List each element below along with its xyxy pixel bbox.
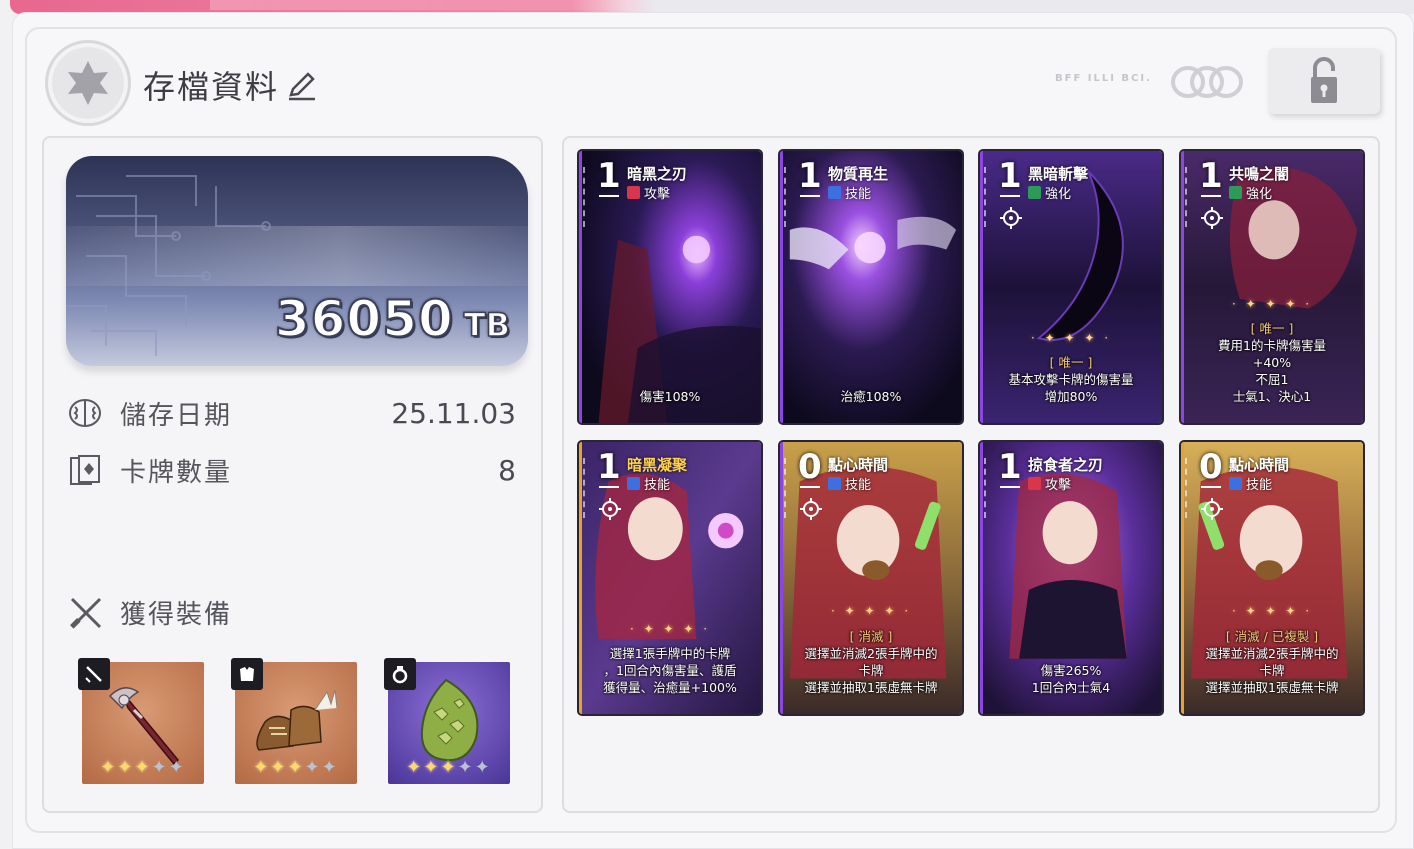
card-resonance-dark[interactable]: 1 共鳴之闇 強化 · ✦ ✦ ✦ · [ 唯一 ] 費用1的卡牌傷害量 +40… <box>1179 149 1365 425</box>
card-deck-icon <box>70 455 100 485</box>
unlock-icon <box>1311 57 1337 103</box>
card-name: 黑暗斬擊 <box>1028 165 1089 183</box>
target-icon <box>1201 498 1223 520</box>
card-type: 技能 <box>1229 474 1272 493</box>
currency-value: 36050 <box>274 289 454 349</box>
faint-label: BFF ILLI BCI. <box>1055 73 1152 84</box>
equipment-header: 獲得裝備 <box>68 594 232 631</box>
equipment-slot-armor[interactable]: ✦✦✦✦✦ <box>231 658 357 784</box>
save-date-value: 25.11.03 <box>391 396 516 430</box>
currency-amount: 36050 TB <box>274 289 511 349</box>
lock-button[interactable] <box>1268 48 1380 114</box>
card-cost: 1 <box>998 447 1022 487</box>
card-type: 技能 <box>828 474 871 493</box>
card-cost: 1 <box>798 156 822 196</box>
page-title: 存檔資料 <box>143 68 280 106</box>
card-type: 攻擊 <box>1028 474 1071 493</box>
card-type: 攻擊 <box>627 183 670 202</box>
equipment-slot-weapon[interactable]: ✦✦✦✦✦ <box>78 658 204 784</box>
skill-type-icon <box>627 477 640 490</box>
card-description: 傷害265% 1回合內士氣4 <box>1031 663 1111 695</box>
weapon-category-icon <box>78 658 110 690</box>
target-icon <box>1000 207 1022 229</box>
bolt-type-icon <box>1229 186 1242 199</box>
card-snack-time-1[interactable]: 0 點心時間 技能 · ✦ ✦ ✦ · [ 消滅 ] 選擇並消滅2張手牌中的 卡… <box>778 440 964 716</box>
rarity-stars: ✦✦✦✦✦ <box>406 757 492 778</box>
card-type: 強化 <box>1028 183 1071 202</box>
header: 存檔資料 BFF ILLI BCI. <box>45 40 1385 126</box>
card-cost: 0 <box>798 447 822 487</box>
card-cost: 0 <box>1199 447 1223 487</box>
card-count-value: 8 <box>498 453 516 487</box>
currency-unit: TB <box>463 305 511 345</box>
card-name: 暗黑之刃 <box>627 165 688 183</box>
skill-type-icon <box>828 186 841 199</box>
card-description: 治癒108% <box>840 389 902 404</box>
equipment-slot-accessory[interactable]: ✦✦✦✦✦ <box>384 658 510 784</box>
armor-category-icon <box>231 658 263 690</box>
card-description: [ 唯一 ] 費用1的卡牌傷害量 +40% 不屈1 士氣1、決心1 <box>1218 321 1326 404</box>
rings-icon <box>1171 66 1243 98</box>
card-name: 共鳴之闇 <box>1229 165 1290 183</box>
card-name: 暗黑凝聚 <box>627 456 688 474</box>
edit-pencil-icon[interactable] <box>285 68 319 102</box>
card-description: 選擇1張手牌中的卡牌 ，1回合內傷害量、護盾 獲得量、治癒量+100% <box>603 646 737 695</box>
target-icon <box>800 498 822 520</box>
card-description: [ 消滅 ] 選擇並消滅2張手牌中的 卡牌 選擇並抽取1張虛無卡牌 <box>804 629 938 695</box>
card-description: [ 唯一 ] 基本攻擊卡牌的傷害量 增加80% <box>1008 355 1134 404</box>
save-date-label: 儲存日期 <box>120 400 233 431</box>
card-count-label: 卡牌數量 <box>120 457 233 488</box>
card-description: 傷害108% <box>639 389 701 404</box>
card-type: 強化 <box>1229 183 1272 202</box>
header-right: BFF ILLI BCI. <box>1045 40 1385 126</box>
card-cost: 1 <box>597 447 621 487</box>
card-matter-regen[interactable]: 1 物質再生 技能 治癒108% <box>778 149 964 425</box>
save-info-panel: 36050 TB 儲存日期 25.11.03 卡牌數量 8 獲得裝備 ✦✦✦✦✦… <box>42 136 543 813</box>
card-dark-blade[interactable]: 1 暗黑之刃 攻擊 傷害108% <box>577 149 763 425</box>
rarity-stars: ✦✦✦✦✦ <box>100 757 186 778</box>
card-cost: 1 <box>1199 156 1223 196</box>
star-badge-icon <box>45 40 131 126</box>
card-cost: 1 <box>597 156 621 196</box>
card-count-row: 卡牌數量 8 <box>68 450 516 490</box>
rarity-stars: ✦✦✦✦✦ <box>253 757 339 778</box>
card-snack-time-2[interactable]: 0 點心時間 技能 · ✦ ✦ ✦ · [ 消滅 / 已複製 ] 選擇並消滅2張… <box>1179 440 1365 716</box>
crossed-swords-icon <box>70 597 102 629</box>
card-name: 點心時間 <box>1229 456 1290 474</box>
card-predator-blade[interactable]: 1 掠食者之刃 攻擊 傷害265% 1回合內士氣4 <box>978 440 1164 716</box>
target-icon <box>599 498 621 520</box>
currency-banner: 36050 TB <box>66 156 528 366</box>
attack-type-icon <box>627 186 640 199</box>
target-icon <box>1201 207 1223 229</box>
card-type: 技能 <box>627 474 670 493</box>
card-type: 技能 <box>828 183 871 202</box>
attack-type-icon <box>1028 477 1041 490</box>
card-cost: 1 <box>998 156 1022 196</box>
card-dark-slash[interactable]: 1 黑暗斬擊 強化 · ✦ ✦ ✦ · [ 唯一 ] 基本攻擊卡牌的傷害量 增加… <box>978 149 1164 425</box>
card-name: 點心時間 <box>828 456 889 474</box>
ring-category-icon <box>384 658 416 690</box>
card-name: 物質再生 <box>828 165 889 183</box>
bolt-type-icon <box>1028 186 1041 199</box>
save-date-row: 儲存日期 25.11.03 <box>68 393 516 433</box>
card-dark-gather[interactable]: 1 暗黑凝聚 技能 · ✦ ✦ ✦ · 選擇1張手牌中的卡牌 ，1回合內傷害量、… <box>577 440 763 716</box>
brain-icon <box>69 399 101 427</box>
skill-type-icon <box>828 477 841 490</box>
equipment-label: 獲得裝備 <box>120 600 233 630</box>
skill-type-icon <box>1229 477 1242 490</box>
card-name: 掠食者之刃 <box>1028 456 1104 474</box>
card-description: [ 消滅 / 已複製 ] 選擇並消滅2張手牌中的 卡牌 選擇並抽取1張虛無卡牌 <box>1205 629 1339 695</box>
